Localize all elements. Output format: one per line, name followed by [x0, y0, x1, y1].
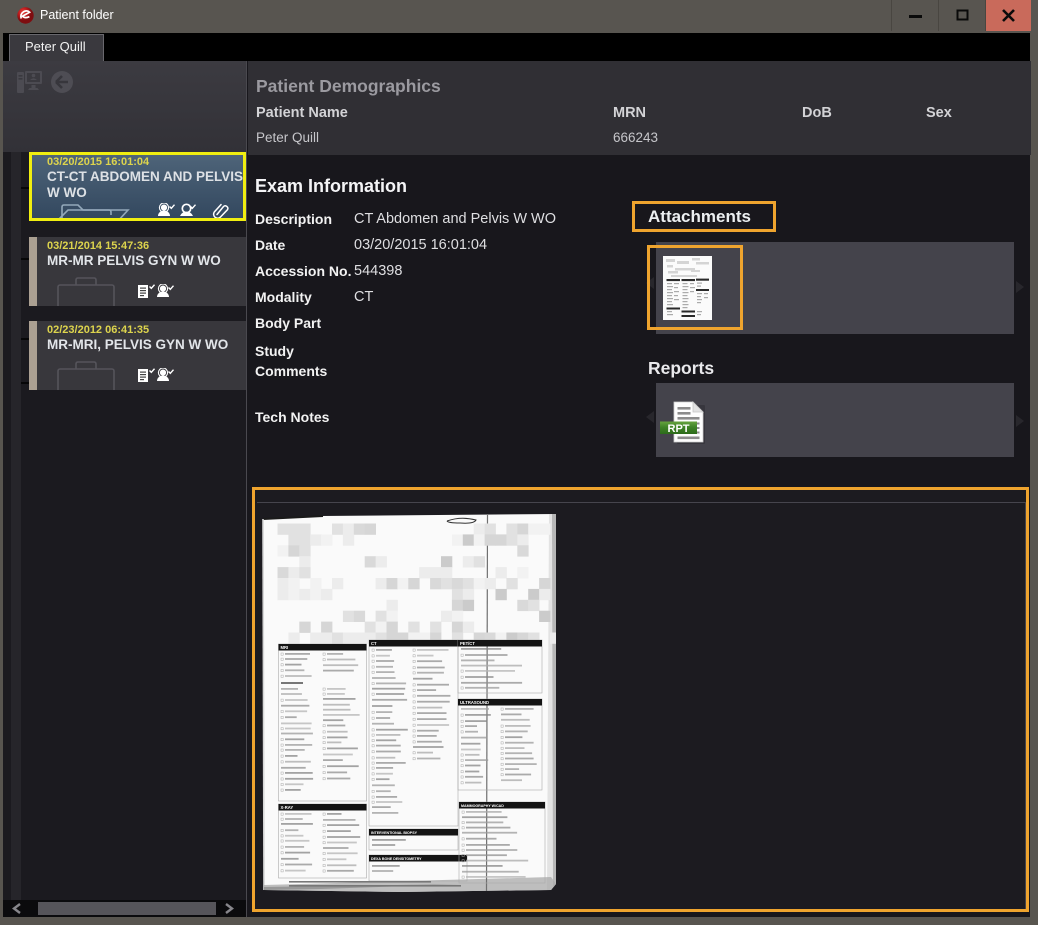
- svg-text:MAMMOGRAPHY W/CAD: MAMMOGRAPHY W/CAD: [461, 804, 504, 808]
- svg-text:ULTRASOUND: ULTRASOUND: [460, 700, 489, 705]
- svg-text:DEXA BONE DENSITOMETRY: DEXA BONE DENSITOMETRY: [371, 857, 422, 861]
- svg-text:CT: CT: [371, 641, 377, 646]
- svg-text:RPT: RPT: [668, 423, 690, 435]
- svg-text:PET/CT: PET/CT: [460, 641, 475, 646]
- svg-text:INTERVENTIONAL BIOPSY: INTERVENTIONAL BIOPSY: [371, 831, 418, 835]
- svg-text:X-RAY: X-RAY: [281, 805, 294, 810]
- svg-text:MRI: MRI: [281, 645, 289, 650]
